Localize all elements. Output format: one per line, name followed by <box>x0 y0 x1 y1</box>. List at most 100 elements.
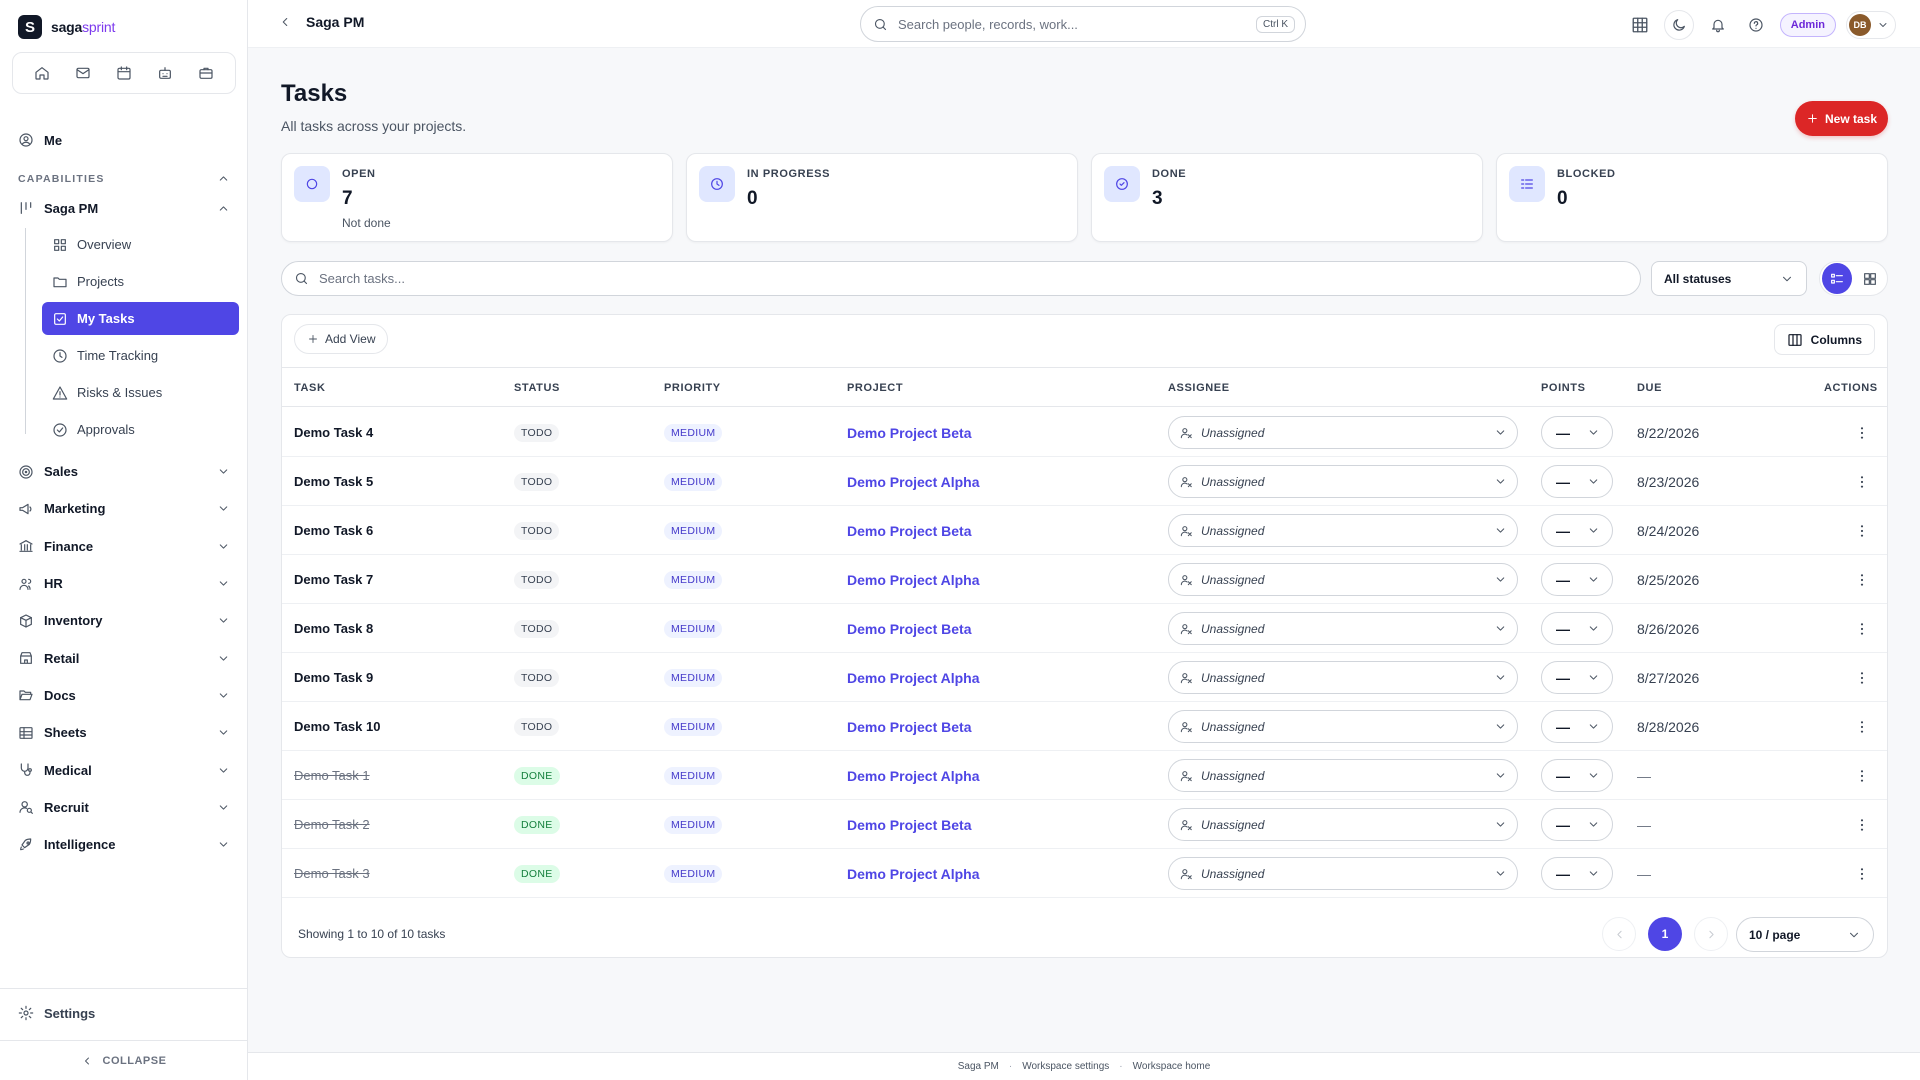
theme-toggle-moon-icon[interactable] <box>1663 10 1694 40</box>
prev-page-button[interactable] <box>1602 917 1636 951</box>
table-row[interactable]: Demo Task 10 TODO MEDIUM Demo Project Beta U… <box>282 702 1887 751</box>
col-header-project[interactable]: PROJECT <box>847 382 903 394</box>
global-search-input[interactable]: Search people, records, work... Ctrl K <box>860 6 1306 42</box>
more-actions-icon[interactable] <box>1852 817 1872 833</box>
points-select[interactable]: — <box>1541 612 1613 645</box>
task-name[interactable]: Demo Task 3 <box>294 866 370 881</box>
priority-badge[interactable]: MEDIUM <box>664 815 723 834</box>
per-page-select[interactable]: 10 / page <box>1736 917 1874 952</box>
task-name[interactable]: Demo Task 9 <box>294 670 373 685</box>
priority-badge[interactable]: MEDIUM <box>664 766 723 785</box>
admin-badge[interactable]: Admin <box>1779 13 1836 37</box>
priority-badge[interactable]: MEDIUM <box>664 472 723 491</box>
capabilities-header[interactable]: CAPABILITIES <box>18 172 230 185</box>
points-select[interactable]: — <box>1541 857 1613 890</box>
points-select[interactable]: — <box>1541 710 1613 743</box>
footer-link-workspace-settings[interactable]: Workspace settings <box>1022 1061 1109 1072</box>
table-row[interactable]: Demo Task 6 TODO MEDIUM Demo Project Beta Un… <box>282 506 1887 555</box>
assignee-select[interactable]: Unassigned <box>1168 759 1518 792</box>
next-page-button[interactable] <box>1694 917 1728 951</box>
more-actions-icon[interactable] <box>1852 719 1872 735</box>
table-row[interactable]: Demo Task 9 TODO MEDIUM Demo Project Alpha U… <box>282 653 1887 702</box>
nav-group-medical[interactable]: Medical <box>18 751 230 788</box>
col-header-due[interactable]: DUE <box>1637 382 1662 394</box>
col-header-assignee[interactable]: ASSIGNEE <box>1168 382 1230 394</box>
nav-group-sales[interactable]: Sales <box>18 453 230 490</box>
nav-group-recruit[interactable]: Recruit <box>18 789 230 826</box>
points-select[interactable]: — <box>1541 563 1613 596</box>
status-badge[interactable]: DONE <box>514 815 560 834</box>
nav-group-marketing[interactable]: Marketing <box>18 490 230 527</box>
priority-badge[interactable]: MEDIUM <box>664 570 723 589</box>
assignee-select[interactable]: Unassigned <box>1168 563 1518 596</box>
task-name[interactable]: Demo Task 8 <box>294 621 373 636</box>
points-select[interactable]: — <box>1541 416 1613 449</box>
more-actions-icon[interactable] <box>1852 523 1872 539</box>
columns-button[interactable]: Columns <box>1773 324 1875 355</box>
table-row[interactable]: Demo Task 2 DONE MEDIUM Demo Project Beta Un… <box>282 800 1887 849</box>
points-select[interactable]: — <box>1541 661 1613 694</box>
nav-group-docs[interactable]: Docs <box>18 677 230 714</box>
footer-link-saga-pm[interactable]: Saga PM <box>958 1061 999 1072</box>
more-actions-icon[interactable] <box>1852 670 1872 686</box>
calendar-icon[interactable] <box>108 57 140 89</box>
more-actions-icon[interactable] <box>1852 768 1872 784</box>
assignee-select[interactable]: Unassigned <box>1168 514 1518 547</box>
back-chevron-icon[interactable] <box>278 15 292 29</box>
task-name[interactable]: Demo Task 2 <box>294 817 370 832</box>
subnav-overview[interactable]: Overview <box>42 228 239 261</box>
priority-badge[interactable]: MEDIUM <box>664 717 723 736</box>
table-row[interactable]: Demo Task 8 TODO MEDIUM Demo Project Beta Un… <box>282 604 1887 653</box>
status-badge[interactable]: TODO <box>514 668 560 687</box>
priority-badge[interactable]: MEDIUM <box>664 668 723 687</box>
status-badge[interactable]: DONE <box>514 864 560 883</box>
task-name[interactable]: Demo Task 4 <box>294 425 373 440</box>
nav-group-inventory[interactable]: Inventory <box>18 602 230 639</box>
more-actions-icon[interactable] <box>1852 474 1872 490</box>
points-select[interactable]: — <box>1541 514 1613 547</box>
robot-icon[interactable] <box>149 57 181 89</box>
table-row[interactable]: Demo Task 1 DONE MEDIUM Demo Project Alpha U… <box>282 751 1887 800</box>
grid-view-icon[interactable] <box>1855 263 1885 294</box>
briefcase-icon[interactable] <box>190 57 222 89</box>
collapse-sidebar-button[interactable]: COLLAPSE <box>0 1040 247 1080</box>
project-link[interactable]: Demo Project Alpha <box>847 670 980 686</box>
project-link[interactable]: Demo Project Alpha <box>847 572 980 588</box>
help-icon[interactable] <box>1742 11 1770 39</box>
nav-group-retail[interactable]: Retail <box>18 639 230 676</box>
more-actions-icon[interactable] <box>1852 866 1872 882</box>
priority-badge[interactable]: MEDIUM <box>664 619 723 638</box>
more-actions-icon[interactable] <box>1852 572 1872 588</box>
page-1-button[interactable]: 1 <box>1648 917 1682 951</box>
project-link[interactable]: Demo Project Beta <box>847 817 971 833</box>
task-name[interactable]: Demo Task 10 <box>294 719 380 734</box>
task-name[interactable]: Demo Task 1 <box>294 768 370 783</box>
project-link[interactable]: Demo Project Alpha <box>847 768 980 784</box>
status-badge[interactable]: TODO <box>514 570 560 589</box>
subnav-approvals[interactable]: Approvals <box>42 413 239 446</box>
col-header-status[interactable]: STATUS <box>514 382 560 394</box>
home-icon[interactable] <box>26 57 58 89</box>
list-view-icon[interactable] <box>1822 263 1852 294</box>
table-row[interactable]: Demo Task 7 TODO MEDIUM Demo Project Alpha U… <box>282 555 1887 604</box>
subnav-projects[interactable]: Projects <box>42 265 239 298</box>
nav-saga-pm[interactable]: Saga PM <box>18 200 230 216</box>
assignee-select[interactable]: Unassigned <box>1168 661 1518 694</box>
project-link[interactable]: Demo Project Alpha <box>847 866 980 882</box>
assignee-select[interactable]: Unassigned <box>1168 612 1518 645</box>
col-header-points[interactable]: POINTS <box>1541 382 1586 394</box>
assignee-select[interactable]: Unassigned <box>1168 808 1518 841</box>
assignee-select[interactable]: Unassigned <box>1168 857 1518 890</box>
status-badge[interactable]: DONE <box>514 766 560 785</box>
subnav-time-tracking[interactable]: Time Tracking <box>42 339 239 372</box>
bell-icon[interactable] <box>1704 11 1732 39</box>
points-select[interactable]: — <box>1541 808 1613 841</box>
col-header-task[interactable]: TASK <box>294 382 326 394</box>
priority-badge[interactable]: MEDIUM <box>664 864 723 883</box>
priority-badge[interactable]: MEDIUM <box>664 521 723 540</box>
status-badge[interactable]: TODO <box>514 423 560 442</box>
nav-group-intelligence[interactable]: Intelligence <box>18 826 230 863</box>
task-name[interactable]: Demo Task 7 <box>294 572 373 587</box>
assignee-select[interactable]: Unassigned <box>1168 416 1518 449</box>
assignee-select[interactable]: Unassigned <box>1168 710 1518 743</box>
